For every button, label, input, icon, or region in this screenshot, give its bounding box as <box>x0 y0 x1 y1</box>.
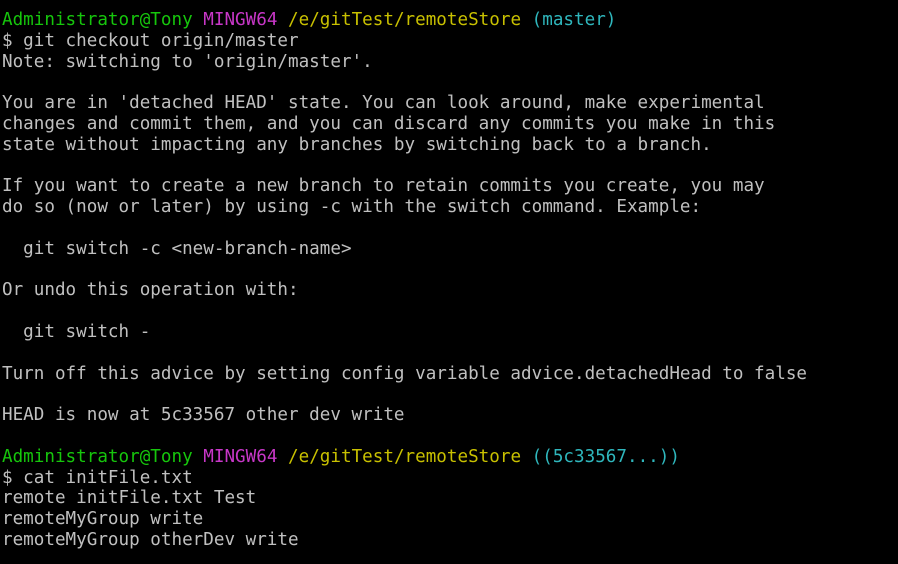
output-line: You are in 'detached HEAD' state. You ca… <box>2 93 765 114</box>
prompt-path: /e/gitTest/remoteStore <box>288 446 522 467</box>
prompt-system: MINGW64 <box>203 446 278 467</box>
output-line: Or undo this operation with: <box>2 280 299 301</box>
output-line: remoteMyGroup write <box>2 509 204 530</box>
output-line: Turn off this advice by setting config v… <box>2 363 808 384</box>
command-line: $ git checkout origin/master <box>2 30 299 51</box>
terminal-window[interactable]: Administrator@Tony MINGW64 /e/gitTest/re… <box>2 0 896 564</box>
output-line: git switch -c <new-branch-name> <box>2 238 352 259</box>
command-output: remote initFile.txt Test remoteMyGroup w… <box>2 488 896 550</box>
output-line: changes and commit them, and you can dis… <box>2 113 776 134</box>
output-line: remote initFile.txt Test <box>2 488 257 509</box>
prompt-user-host: Administrator@Tony <box>2 446 193 467</box>
command-output: Note: switching to 'origin/master'. You … <box>2 52 896 447</box>
output-line: HEAD is now at 5c33567 other dev write <box>2 405 405 426</box>
output-line: remoteMyGroup otherDev write <box>2 529 299 550</box>
prompt-user-host: Administrator@Tony <box>2 10 193 30</box>
prompt-branch: (master) <box>531 10 617 30</box>
prompt-line: Administrator@Tony MINGW64 /e/gitTest/re… <box>2 447 896 468</box>
output-line: git switch - <box>2 321 151 342</box>
output-line: If you want to create a new branch to re… <box>2 176 765 197</box>
output-line: do so (now or later) by using -c with th… <box>2 197 702 218</box>
output-line: Note: switching to 'origin/master'. <box>2 51 373 72</box>
prompt-system: MINGW64 <box>203 10 278 30</box>
prompt-path: /e/gitTest/remoteStore <box>288 10 522 30</box>
prompt-branch: ((5c33567...)) <box>531 446 680 467</box>
prompt-line: Administrator@Tony MINGW64 /e/gitTest/re… <box>2 10 896 31</box>
output-line: state without impacting any branches by … <box>2 134 712 155</box>
command-line: $ cat initFile.txt <box>2 467 193 488</box>
